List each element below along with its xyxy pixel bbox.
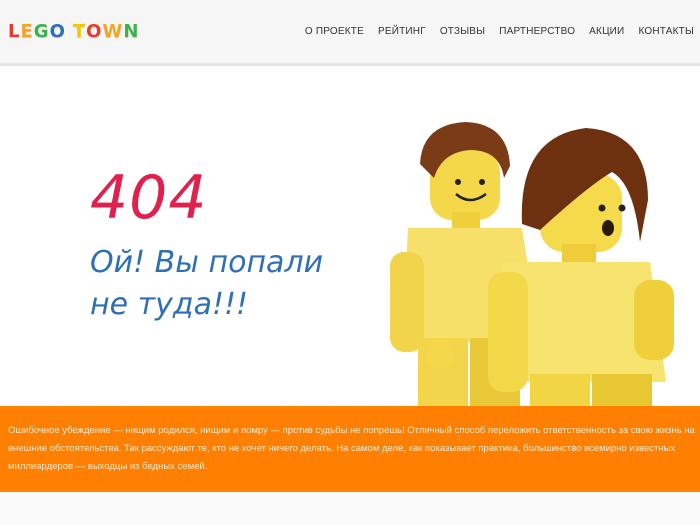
nav-partnership[interactable]: ПАРТНЕРСТВО [499,26,575,37]
lego-figures-illustration [390,122,674,406]
quote-banner: Ошибочное убеждение — нищим родился, нищ… [0,406,700,492]
nav-rating[interactable]: РЕЙТИНГ [378,26,426,37]
error-message-line-2: не туда!!! [90,287,249,322]
site-header: L E G O T O W N О ПРОЕКТЕ РЕЙТИНГ ОТЗЫВЫ… [0,0,700,66]
nav-promotions[interactable]: АКЦИИ [589,26,624,37]
lego-figure-female [488,128,674,406]
banner-text: Ошибочное убеждение — нищим родился, нищ… [8,425,695,472]
nav-about[interactable]: О ПРОЕКТЕ [305,26,364,37]
error-message-line-1: Ой! Вы попали [90,245,324,280]
nav-reviews[interactable]: ОТЗЫВЫ [440,26,485,37]
error-code: 404 [90,163,208,233]
logo-letter: N [123,21,139,42]
lego-town-logo[interactable]: L E G O T O W N [8,22,138,42]
error-message: Ой! Вы попали не туда!!! [90,242,350,326]
main-nav: О ПРОЕКТЕ РЕЙТИНГ ОТЗЫВЫ ПАРТНЕРСТВО АКЦ… [291,26,694,37]
logo-letter: O [49,21,65,42]
page-bottom [0,492,700,525]
nav-contacts[interactable]: КОНТАКТЫ [638,26,694,37]
error-section: 404 Ой! Вы попали не туда!!! [0,66,700,406]
logo-letter: E [20,21,33,42]
logo-letter: O [86,21,102,42]
logo-letter: L [8,21,20,42]
logo-space [66,22,72,42]
logo-letter: T [72,21,86,42]
logo-letter: G [33,21,49,42]
logo-letter: W [102,21,123,42]
